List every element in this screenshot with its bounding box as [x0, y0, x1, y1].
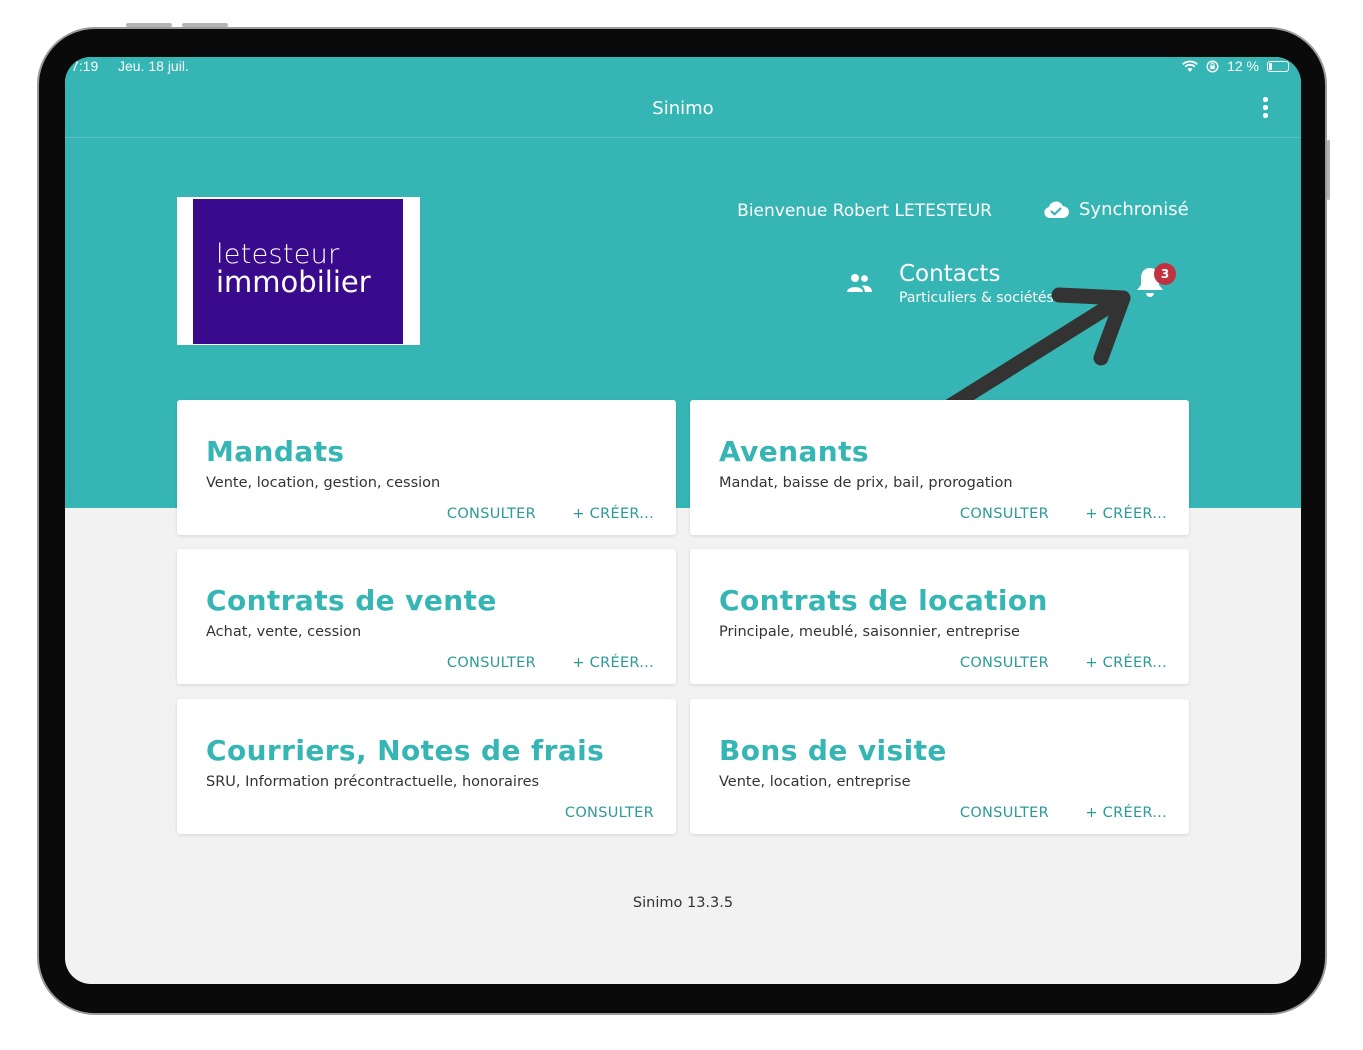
device-right-button	[1327, 140, 1330, 200]
app-bar: Sinimo	[65, 79, 1301, 138]
agency-logo-background: letesteur immobilier	[193, 199, 403, 344]
logo-line-2: immobilier	[216, 265, 371, 299]
screen: 7:19 Jeu. 18 juil. 12 % Sinimo letesteur…	[65, 57, 1301, 984]
card-title: Bons de visite	[719, 734, 947, 767]
card-subtitle: Achat, vente, cession	[206, 624, 362, 640]
card-title: Contrats de vente	[206, 584, 497, 617]
create-button[interactable]: + CRÉER...	[572, 506, 654, 522]
card-subtitle: Mandat, baisse de prix, bail, prorogatio…	[719, 475, 1013, 491]
battery-icon	[1267, 60, 1289, 72]
create-button[interactable]: + CRÉER...	[572, 655, 654, 671]
card-courriers[interactable]: Courriers, Notes de frais SRU, Informati…	[177, 699, 676, 834]
card-subtitle: SRU, Information précontractuelle, honor…	[206, 774, 540, 790]
create-button[interactable]: + CRÉER...	[1085, 506, 1167, 522]
people-icon	[847, 274, 872, 292]
card-contrats-de-vente[interactable]: Contrats de vente Achat, vente, cession …	[177, 549, 676, 684]
status-time: 7:19	[71, 58, 99, 74]
more-vertical-icon[interactable]	[1257, 96, 1273, 120]
card-subtitle: Vente, location, gestion, cession	[206, 475, 441, 491]
card-title: Avenants	[719, 435, 869, 468]
cloud-check-icon	[1044, 201, 1069, 218]
card-title: Contrats de location	[719, 584, 1048, 617]
battery-percent: 12 %	[1227, 58, 1259, 74]
card-title: Mandats	[206, 435, 345, 468]
sync-status[interactable]: Synchronisé	[1043, 199, 1189, 220]
logo-line-1: letesteur	[216, 239, 340, 270]
notification-badge: 3	[1154, 263, 1176, 285]
card-bons-de-visite[interactable]: Bons de visite Vente, location, entrepri…	[690, 699, 1189, 834]
consult-button[interactable]: CONSULTER	[565, 805, 654, 821]
create-button[interactable]: + CRÉER...	[1085, 655, 1167, 671]
status-indicators: 12 %	[1182, 58, 1289, 74]
welcome-message: Bienvenue Robert LETESTEUR	[737, 201, 992, 221]
consult-button[interactable]: CONSULTER	[960, 506, 1049, 522]
consult-button[interactable]: CONSULTER	[447, 506, 536, 522]
orientation-lock-icon	[1206, 59, 1219, 73]
app-version: Sinimo 13.3.5	[632, 895, 734, 911]
sync-label: Synchronisé	[1079, 199, 1189, 220]
card-subtitle: Principale, meublé, saisonnier, entrepri…	[719, 624, 1020, 640]
consult-button[interactable]: CONSULTER	[960, 655, 1049, 671]
card-title: Courriers, Notes de frais	[206, 734, 605, 767]
wifi-icon	[1182, 60, 1198, 72]
card-contrats-de-location[interactable]: Contrats de location Principale, meublé,…	[690, 549, 1189, 684]
card-subtitle: Vente, location, entreprise	[719, 774, 911, 790]
status-bar: 7:19 Jeu. 18 juil. 12 %	[65, 57, 1301, 79]
card-avenants[interactable]: Avenants Mandat, baisse de prix, bail, p…	[690, 400, 1189, 535]
create-button[interactable]: + CRÉER...	[1085, 805, 1167, 821]
app-title: Sinimo	[652, 98, 714, 119]
agency-logo: letesteur immobilier	[177, 197, 420, 345]
tablet-frame: 7:19 Jeu. 18 juil. 12 % Sinimo letesteur…	[37, 27, 1327, 1015]
card-mandats[interactable]: Mandats Vente, location, gestion, cessio…	[177, 400, 676, 535]
status-date: Jeu. 18 juil.	[118, 58, 189, 74]
consult-button[interactable]: CONSULTER	[447, 655, 536, 671]
consult-button[interactable]: CONSULTER	[960, 805, 1049, 821]
